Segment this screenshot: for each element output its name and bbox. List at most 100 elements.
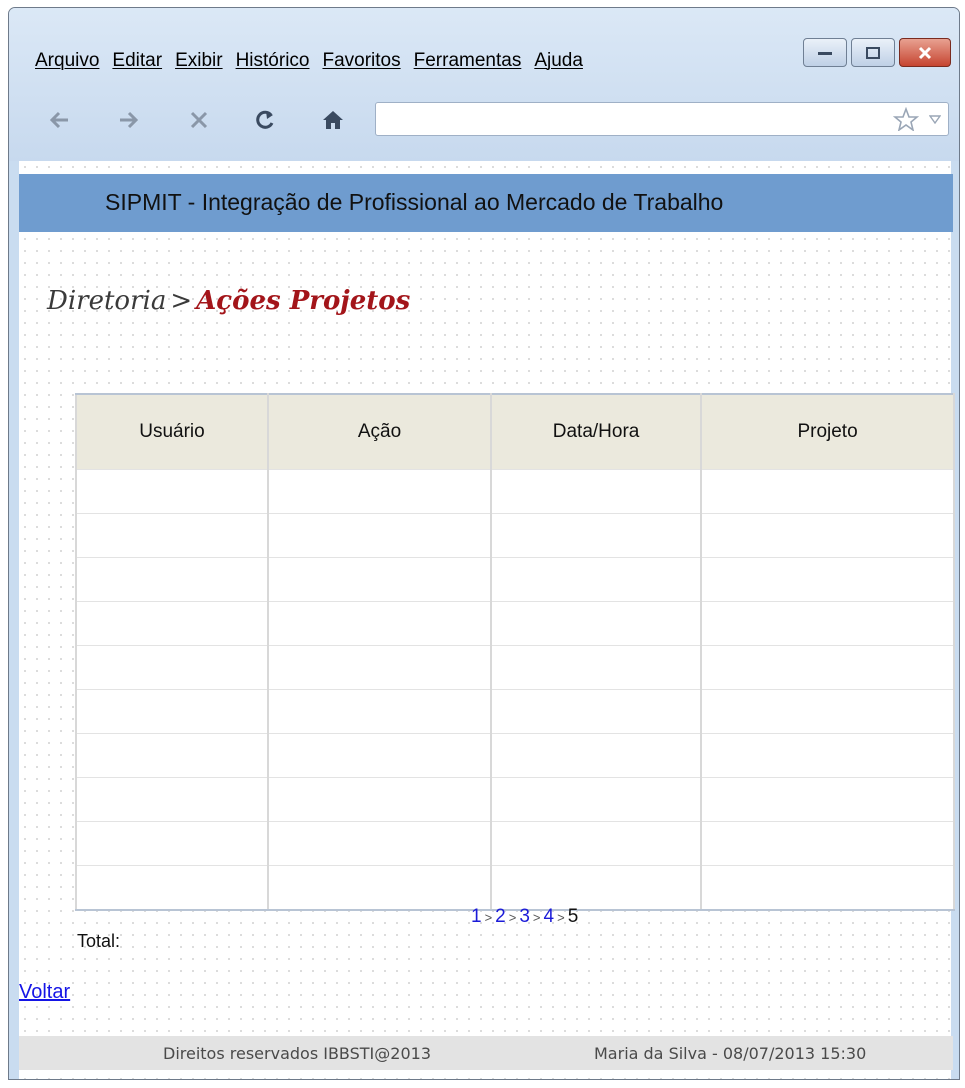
- table-cell: [75, 777, 269, 822]
- table-cell: [75, 865, 269, 911]
- table-cell: [266, 821, 493, 866]
- menu-bar: Arquivo Editar Exibir Histórico Favorito…: [35, 50, 596, 80]
- close-window-button[interactable]: [899, 38, 951, 67]
- table-cell: [75, 601, 269, 646]
- home-button[interactable]: [317, 104, 349, 136]
- pagination-separator: >: [557, 910, 565, 925]
- menu-ajuda[interactable]: Ajuda: [534, 50, 583, 80]
- table-cell: [700, 865, 955, 911]
- footer-user-timestamp: Maria da Silva - 08/07/2013 15:30: [594, 1044, 867, 1063]
- close-icon: [918, 46, 932, 59]
- menu-editar[interactable]: Editar: [112, 50, 162, 80]
- table-cell: [700, 689, 955, 734]
- stop-button[interactable]: [183, 104, 215, 136]
- back-link[interactable]: Voltar: [19, 981, 70, 1004]
- page-link-3[interactable]: 3: [519, 906, 530, 927]
- table-cell: [490, 777, 703, 822]
- reload-icon: [256, 110, 274, 129]
- table-row: [75, 601, 955, 646]
- table-cell: [490, 557, 703, 602]
- menu-ferramentas[interactable]: Ferramentas: [414, 50, 522, 80]
- back-button[interactable]: [43, 104, 75, 136]
- table-cell: [490, 689, 703, 734]
- browser-window: Arquivo Editar Exibir Histórico Favorito…: [8, 7, 960, 1080]
- table-cell: [266, 777, 493, 822]
- actions-table: Usuário Ação Data/Hora Projeto: [75, 393, 955, 911]
- table-cell: [75, 821, 269, 866]
- page-footer: Direitos reservados IBBSTI@2013 Maria da…: [19, 1036, 953, 1070]
- total-label: Total:: [77, 931, 121, 951]
- menu-exibir[interactable]: Exibir: [175, 50, 223, 80]
- table-cell: [75, 513, 269, 558]
- table-row: [75, 865, 955, 911]
- window-controls: [803, 38, 951, 67]
- breadcrumb: Diretoria > Ações Projetos: [47, 286, 410, 316]
- arrow-left-icon: [49, 111, 68, 129]
- table-row: [75, 513, 955, 558]
- minimize-button[interactable]: [803, 38, 847, 67]
- column-header-projeto[interactable]: Projeto: [700, 393, 955, 470]
- browser-chrome: Arquivo Editar Exibir Histórico Favorito…: [9, 8, 959, 161]
- table-cell: [75, 557, 269, 602]
- table-cell: [700, 601, 955, 646]
- menu-historico[interactable]: Histórico: [236, 50, 310, 80]
- stop-icon: [190, 111, 208, 129]
- pagination-separator: >: [484, 910, 493, 925]
- table-cell: [266, 733, 493, 778]
- column-header-data-hora[interactable]: Data/Hora: [490, 393, 703, 470]
- breadcrumb-parent[interactable]: Diretoria: [47, 286, 166, 316]
- table-cell: [490, 865, 703, 911]
- menu-favoritos[interactable]: Favoritos: [322, 50, 400, 80]
- reload-button[interactable]: [249, 104, 281, 136]
- minimize-icon: [818, 51, 832, 55]
- navigation-toolbar: [9, 94, 959, 146]
- column-header-acao[interactable]: Ação: [266, 393, 493, 470]
- table-cell: [700, 777, 955, 822]
- table-row: [75, 821, 955, 866]
- table-row: [75, 645, 955, 690]
- table-row: [75, 733, 955, 778]
- pagination: 1 >2 >3 >4 >5: [471, 906, 578, 928]
- table-cell: [700, 469, 955, 514]
- pagination-separator: >: [508, 910, 517, 925]
- column-header-usuario[interactable]: Usuário: [75, 393, 269, 470]
- maximize-button[interactable]: [851, 38, 895, 67]
- table-cell: [490, 469, 703, 514]
- page-current-5: 5: [567, 906, 579, 927]
- page-link-2[interactable]: 2: [495, 906, 506, 927]
- table-cell: [490, 733, 703, 778]
- maximize-icon: [866, 46, 880, 59]
- table-cell: [75, 689, 269, 734]
- table-header-row: Usuário Ação Data/Hora Projeto: [75, 393, 955, 470]
- table-cell: [266, 557, 493, 602]
- table-cell: [75, 733, 269, 778]
- table-cell: [700, 821, 955, 866]
- page-link-4[interactable]: 4: [544, 906, 555, 927]
- table-cell: [700, 733, 955, 778]
- footer-copyright: Direitos reservados IBBSTI@2013: [163, 1044, 431, 1063]
- table-row: [75, 689, 955, 734]
- table-cell: [490, 645, 703, 690]
- table-body: [75, 469, 955, 911]
- table-row: [75, 557, 955, 602]
- table-cell: [266, 513, 493, 558]
- table-cell: [75, 469, 269, 514]
- site-banner: SIPMIT - Integração de Profissional ao M…: [19, 174, 953, 232]
- pagination-separator: >: [532, 910, 541, 925]
- page-link-1[interactable]: 1: [471, 906, 482, 927]
- table-cell: [266, 645, 493, 690]
- url-input[interactable]: [375, 102, 949, 136]
- breadcrumb-current: Ações Projetos: [196, 286, 411, 316]
- page-content: SIPMIT - Integração de Profissional ao M…: [19, 161, 955, 1079]
- table-cell: [700, 645, 955, 690]
- arrow-right-icon: [120, 111, 139, 129]
- table-row: [75, 469, 955, 514]
- table-cell: [490, 513, 703, 558]
- table-cell: [266, 601, 493, 646]
- table-cell: [75, 645, 269, 690]
- table-cell: [266, 689, 493, 734]
- table-cell: [490, 601, 703, 646]
- forward-button[interactable]: [113, 104, 145, 136]
- table-cell: [700, 513, 955, 558]
- menu-arquivo[interactable]: Arquivo: [35, 50, 99, 80]
